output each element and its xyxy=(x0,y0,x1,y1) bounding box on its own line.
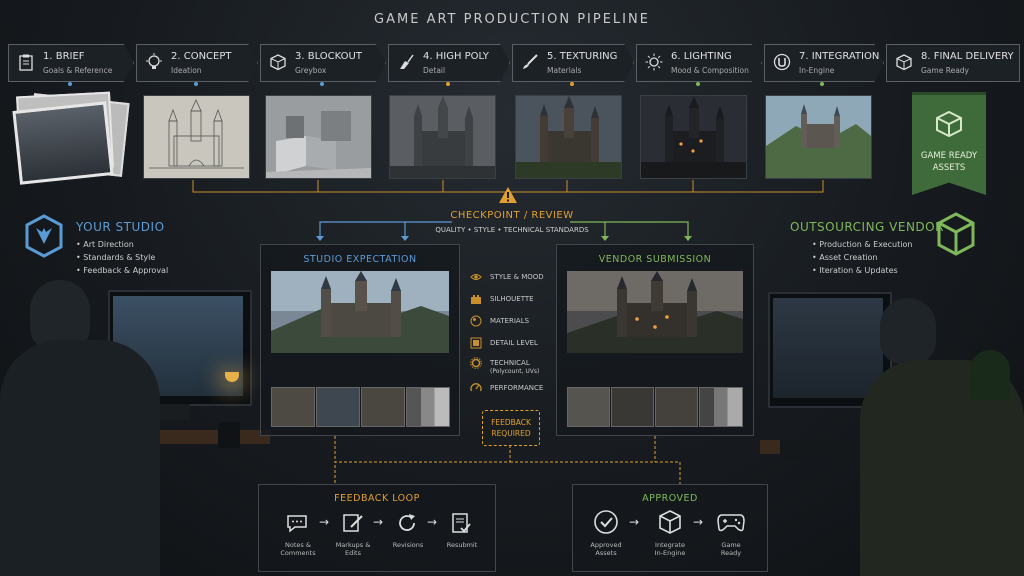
badge-line2: REQUIRED xyxy=(491,429,531,438)
badge-line1: FEEDBACK xyxy=(491,418,531,427)
gauge-icon xyxy=(470,383,482,392)
materials-icon xyxy=(470,315,482,327)
detail-icon xyxy=(470,337,482,349)
refresh-icon xyxy=(399,514,415,531)
panel-title: APPROVED xyxy=(642,493,698,504)
step-label: Resubmit xyxy=(446,541,478,549)
vendor-detail-thumbs xyxy=(567,387,743,427)
arrow-icon: → xyxy=(629,515,640,529)
document-check-icon xyxy=(452,513,471,533)
arrow-icon: → xyxy=(693,515,704,529)
panel-title: FEEDBACK LOOP xyxy=(334,493,420,504)
vendor-item: • Asset Creation xyxy=(812,253,878,262)
cube-integrate-icon xyxy=(659,510,681,534)
eye-icon xyxy=(470,274,482,280)
gamepad-icon xyxy=(717,514,745,532)
feedback-loop-panel: FEEDBACK LOOP → → → Notes & Comments Mark… xyxy=(258,484,496,572)
panel-title: STUDIO EXPECTATION xyxy=(303,254,417,265)
vendor-item: • Iteration & Updates xyxy=(812,266,898,275)
checkpoint-subtitle: QUALITY • STYLE • TECHNICAL STANDARDS xyxy=(435,226,589,234)
studio-item: • Standards & Style xyxy=(76,253,156,262)
approved-panel: APPROVED → → Approved Assets Integrate In-… xyxy=(572,484,768,572)
step-label: Markups & Edits xyxy=(335,541,371,557)
studio-item: • Art Direction xyxy=(76,240,134,249)
gear-icon xyxy=(470,357,482,369)
pencil-icon xyxy=(343,514,363,532)
vendor-item: • Production & Execution xyxy=(812,240,913,249)
arrow-icon: → xyxy=(319,515,330,529)
vendor-artist-scene xyxy=(760,290,1024,576)
vendor-submission-panel: VENDOR SUBMISSION xyxy=(556,244,754,436)
panel-title: VENDOR SUBMISSION xyxy=(598,254,712,265)
step-label: Game Ready xyxy=(720,541,742,557)
step-label: Integrate In-Engine xyxy=(654,541,686,557)
step-label: Revisions xyxy=(392,541,424,549)
vendor-logo-icon xyxy=(937,212,975,256)
feedback-required-badge: FEEDBACK REQUIRED xyxy=(482,410,540,446)
studio-detail-thumbs xyxy=(271,387,450,427)
studio-logo-icon xyxy=(25,214,63,258)
arrow-icon: → xyxy=(373,515,384,529)
studio-title: YOUR STUDIO xyxy=(76,220,165,234)
studio-expectation-panel: STUDIO EXPECTATION xyxy=(260,244,460,436)
castle-icon xyxy=(471,295,481,304)
studio-item: • Feedback & Approval xyxy=(76,266,169,275)
warning-icon xyxy=(499,187,517,203)
arrow-icon: → xyxy=(427,515,438,529)
chat-icon xyxy=(287,515,307,533)
check-circle-icon xyxy=(594,510,618,534)
studio-expectation-image xyxy=(271,271,449,353)
vendor-submission-image xyxy=(567,271,743,353)
step-label: Approved Assets xyxy=(590,541,622,557)
studio-artist-scene xyxy=(0,280,270,576)
checkpoint-title: CHECKPOINT / REVIEW xyxy=(450,210,574,221)
step-label: Notes & Comments xyxy=(280,541,316,557)
vendor-title: OUTSOURCING VENDOR xyxy=(790,220,944,234)
